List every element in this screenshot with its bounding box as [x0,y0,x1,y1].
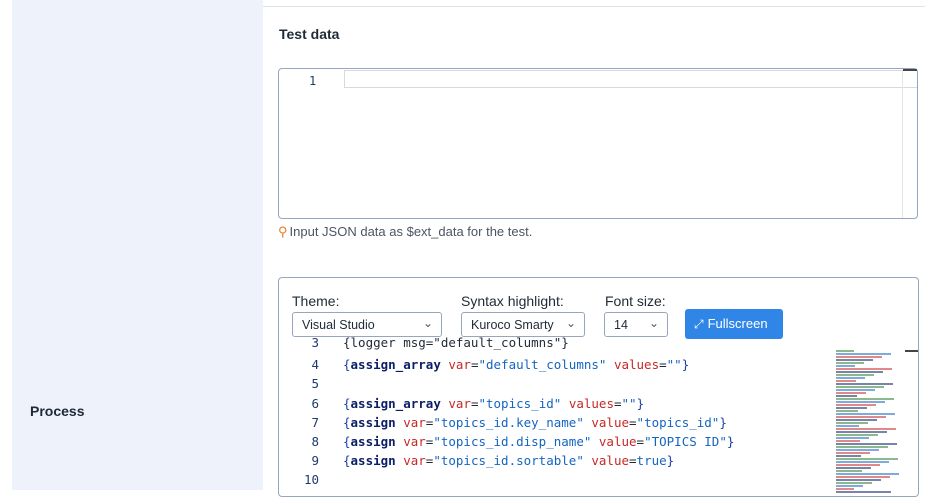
syntax-value: Kuroco Smarty [471,318,554,332]
minimap-line [836,401,885,403]
process-editor: Theme: Visual Studio ⌄ Syntax highlight:… [278,277,919,497]
minimap-line [836,482,872,484]
minimap-line [836,386,884,388]
minimap-line [836,395,857,397]
minimap-line [836,350,854,352]
minimap-line [836,368,892,370]
minimap-line [836,377,865,379]
process-label: Process [30,403,85,419]
editor-ruler [902,71,903,218]
line-number: 4 [311,357,319,372]
code-line: 5 [279,376,831,395]
minimap-line [836,458,898,460]
minimap-line [836,434,878,436]
minimap-line [836,407,867,409]
code-text: {assign var="topics_id.sortable" value=t… [343,453,675,468]
syntax-select[interactable]: Kuroco Smarty ⌄ [461,312,585,337]
minimap-line [836,413,895,415]
minimap-line [836,398,894,400]
code-line: 4 {assign_array var="default_columns" va… [279,357,831,376]
minimap-line [836,431,887,433]
hint-text: Input JSON data as $ext_data for the tes… [289,224,533,239]
minimap-line [836,416,886,418]
line-number: 10 [303,472,319,487]
code-line: 10 [279,472,831,491]
minimap-line [836,410,858,412]
minimap-line [836,464,880,466]
theme-select[interactable]: Visual Studio ⌄ [292,312,442,337]
minimap-line [836,392,866,394]
minimap-line [836,491,891,493]
font-size-label: Font size: [605,293,666,309]
font-size-select[interactable]: 14 ⌄ [604,312,668,337]
minimap-line [836,440,860,442]
code-minimap[interactable] [836,350,906,496]
active-line[interactable] [344,70,917,88]
minimap-line [836,353,891,355]
syntax-label: Syntax highlight: [461,293,564,309]
code-area[interactable]: 3 {logger msg="default_columns"} 4 {assi… [279,335,831,496]
line-number: 6 [311,396,319,411]
minimap-line [836,419,877,421]
code-text: {assign_array var="topics_id" values=""} [343,396,645,411]
minimap-line [836,356,882,358]
chevron-down-icon: ⌄ [422,316,433,330]
minimap-line [836,371,883,373]
minimap-line [836,437,869,439]
minimap-line [836,428,896,430]
font-size-value: 14 [614,318,628,332]
code-text: {assign_array var="default_columns" valu… [343,357,690,372]
theme-label: Theme: [292,293,340,309]
section-divider [263,6,925,7]
minimap-line [836,383,893,385]
code-line: 3 {logger msg="default_columns"} [279,335,831,354]
code-line: 8 {assign var="topics_id.disp_name" valu… [279,434,831,453]
test-data-editor[interactable]: 1 [278,68,918,219]
minimap-line [836,425,859,427]
line-number: 3 [311,335,319,350]
minimap-line [836,359,873,361]
minimap-line [836,362,864,364]
minimap-line [836,476,890,478]
minimap-line [836,380,856,382]
minimap-line [836,449,879,451]
minimap-line [836,467,871,469]
code-line: 7 {assign var="topics_id.key_name" value… [279,415,831,434]
theme-value: Visual Studio [302,318,375,332]
test-data-hint: ⚲ Input JSON data as $ext_data for the te… [278,224,532,240]
minimap-line [836,479,881,481]
scrollbar[interactable] [903,69,917,71]
minimap-line [836,389,875,391]
code-line: 9 {assign var="topics_id.sortable" value… [279,453,831,472]
minimap-line [836,446,888,448]
minimap-line [836,443,897,445]
code-text: {logger msg="default_columns"} [343,335,569,350]
minimap-line [836,455,861,457]
minimap-line [836,374,874,376]
line-number: 1 [309,74,317,88]
minimap-line [836,485,863,487]
lightbulb-icon: ⚲ [278,224,288,239]
form-label-column: Process [0,0,263,490]
line-number: 7 [311,415,319,430]
minimap-line [836,452,870,454]
minimap-line [836,470,862,472]
expand-icon: ⤢ [694,317,704,331]
minimap-line [836,365,855,367]
test-data-title: Test data [279,26,340,42]
scrollbar[interactable] [905,350,918,352]
chevron-down-icon: ⌄ [648,316,659,330]
chevron-down-icon: ⌄ [565,316,576,330]
minimap-line [836,461,889,463]
code-line: 6 {assign_array var="topics_id" values="… [279,396,831,415]
code-text: {assign var="topics_id.disp_name" value=… [343,434,735,449]
line-number: 5 [311,376,319,391]
code-text: {assign var="topics_id.key_name" value="… [343,415,727,430]
minimap-line [836,473,899,475]
fullscreen-label: Fullscreen [707,316,768,331]
line-number: 8 [311,434,319,449]
minimap-line [836,422,868,424]
minimap-line [836,404,876,406]
line-number: 9 [311,453,319,468]
